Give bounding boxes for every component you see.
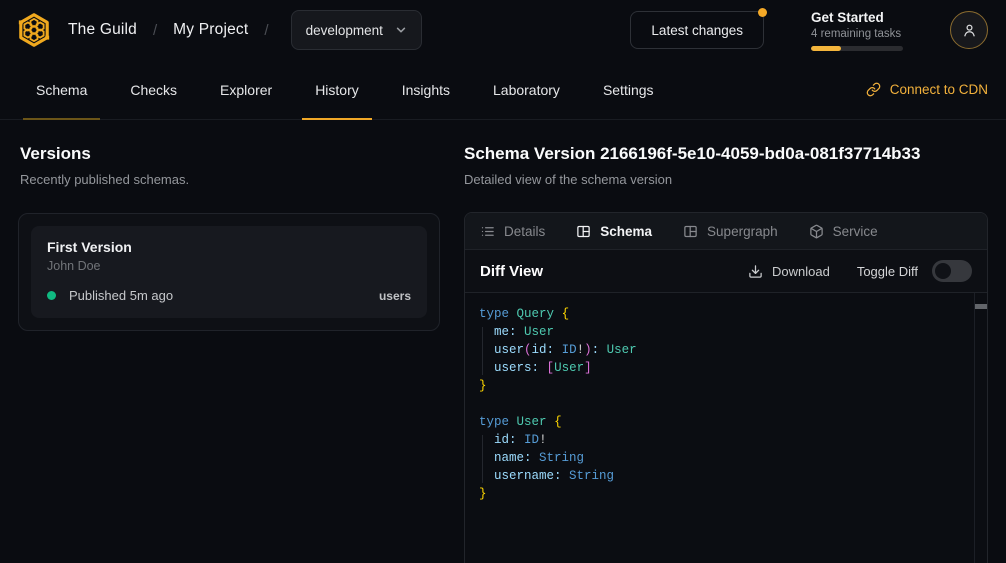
link-icon (866, 82, 881, 97)
nav-tab-laboratory[interactable]: Laboratory (480, 60, 573, 119)
latest-changes-label: Latest changes (651, 23, 743, 38)
tab-details-label: Details (504, 224, 545, 239)
get-started-progress-track (811, 46, 903, 51)
notification-dot (758, 8, 767, 17)
detail-subtitle: Detailed view of the schema version (464, 172, 988, 187)
breadcrumb-separator: / (264, 22, 268, 39)
download-icon (748, 264, 763, 279)
get-started-subtitle: 4 remaining tasks (811, 28, 903, 40)
breadcrumb-org[interactable]: The Guild (68, 21, 137, 39)
detail-title: Schema Version 2166196f-5e10-4059-bd0a-0… (464, 144, 988, 164)
tab-supergraph-label: Supergraph (707, 224, 778, 239)
nav-tab-insights[interactable]: Insights (389, 60, 463, 119)
target-dropdown[interactable]: development (291, 10, 422, 50)
tab-details[interactable]: Details (480, 224, 545, 239)
person-icon (961, 22, 978, 39)
scrollbar-thumb[interactable] (975, 304, 987, 309)
diff-view-title: Diff View (480, 263, 543, 280)
versions-subtitle: Recently published schemas. (20, 172, 440, 187)
toggle-knob (935, 263, 951, 279)
indent-guide (482, 435, 483, 483)
columns-icon (576, 224, 591, 239)
nav-tab-checks[interactable]: Checks (117, 60, 190, 119)
code-content: type Query { me: User user(id: ID!): Use… (479, 305, 961, 503)
nav-tab-history[interactable]: History (302, 60, 372, 119)
breadcrumb-separator: / (153, 22, 157, 39)
main-nav: Schema Checks Explorer History Insights … (0, 60, 1006, 120)
version-author: John Doe (47, 259, 411, 273)
version-name: First Version (47, 239, 411, 255)
nav-tab-settings[interactable]: Settings (590, 60, 667, 119)
nav-tab-schema[interactable]: Schema (23, 60, 100, 119)
breadcrumb-project[interactable]: My Project (173, 21, 248, 39)
published-status-text: Published 5m ago (69, 288, 173, 303)
user-avatar[interactable] (950, 11, 988, 49)
nav-tab-explorer[interactable]: Explorer (207, 60, 285, 119)
schema-code-editor[interactable]: type Query { me: User user(id: ID!): Use… (465, 293, 987, 563)
detail-tab-bar: Details Schema Supergraph (465, 213, 987, 250)
chevron-down-icon (395, 24, 407, 36)
columns-icon (683, 224, 698, 239)
detail-panel-card: Details Schema Supergraph (464, 212, 988, 563)
service-tag: users (379, 289, 411, 303)
download-label: Download (772, 264, 830, 279)
tab-schema[interactable]: Schema (576, 224, 652, 239)
tab-service[interactable]: Service (809, 224, 878, 239)
toggle-diff-label: Toggle Diff (857, 264, 918, 279)
progress-fill (811, 46, 841, 51)
version-list-item[interactable]: First Version John Doe Published 5m ago … (31, 226, 427, 318)
connect-to-cdn-label: Connect to CDN (890, 82, 988, 97)
tab-service-label: Service (833, 224, 878, 239)
download-button[interactable]: Download (748, 264, 830, 279)
latest-changes-button[interactable]: Latest changes (630, 11, 764, 49)
versions-list-card: First Version John Doe Published 5m ago … (18, 213, 440, 331)
target-dropdown-value: development (306, 23, 383, 38)
get-started-widget[interactable]: Get Started 4 remaining tasks (811, 10, 903, 51)
get-started-title: Get Started (811, 10, 903, 25)
tab-supergraph[interactable]: Supergraph (683, 224, 778, 239)
diff-toolbar: Diff View Download Toggle Diff (465, 250, 987, 293)
versions-title: Versions (20, 144, 440, 164)
editor-scrollbar[interactable] (974, 293, 987, 563)
guild-logo-icon[interactable] (16, 12, 52, 48)
connect-to-cdn-button[interactable]: Connect to CDN (866, 60, 988, 119)
diff-toggle[interactable] (932, 260, 972, 282)
published-status-dot (47, 291, 56, 300)
list-icon (480, 224, 495, 239)
schema-version-detail: Schema Version 2166196f-5e10-4059-bd0a-0… (464, 144, 988, 563)
versions-panel: Versions Recently published schemas. Fir… (20, 144, 440, 331)
cube-icon (809, 224, 824, 239)
tab-schema-label: Schema (600, 224, 652, 239)
indent-guide (482, 327, 483, 375)
top-bar: The Guild / My Project / development Lat… (0, 0, 1006, 60)
